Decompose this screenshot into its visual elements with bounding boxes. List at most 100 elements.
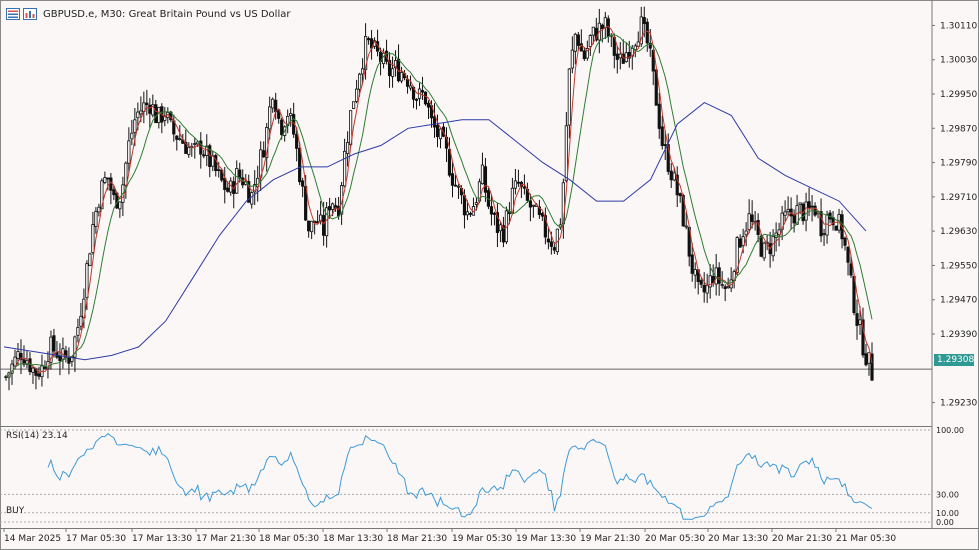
candle-body	[450, 173, 455, 186]
candle-body	[262, 150, 266, 158]
candle-body	[822, 233, 826, 235]
candle-body	[465, 211, 470, 216]
candle-body	[792, 214, 796, 224]
candle-body	[354, 88, 359, 102]
candle-body	[16, 351, 20, 359]
candle-body	[804, 201, 808, 221]
candle-body	[747, 213, 751, 230]
candle-body	[112, 189, 116, 196]
candle-body	[498, 224, 503, 232]
candle-body	[570, 49, 574, 69]
candle-body	[669, 170, 673, 181]
chart-list-icon[interactable]	[6, 8, 20, 20]
candle-body	[238, 169, 242, 179]
candle-body	[462, 195, 467, 216]
candle-body	[708, 275, 712, 288]
candle-body	[540, 213, 544, 217]
candle-body	[684, 225, 688, 228]
time-axis-label: 19 Mar 05:30	[452, 534, 512, 544]
candle-body	[438, 128, 443, 140]
candle-body	[420, 90, 425, 93]
candle-body	[633, 45, 637, 51]
candle-body	[106, 177, 110, 180]
candle-body	[843, 237, 847, 246]
candle-body	[798, 202, 802, 205]
candle-body	[786, 209, 790, 213]
candle-body	[127, 140, 131, 164]
candle-body	[426, 102, 431, 108]
candle-body	[474, 202, 479, 205]
time-axis-label: 20 Mar 05:30	[645, 534, 705, 544]
candle-body	[588, 35, 592, 47]
candle-body	[79, 315, 83, 327]
candle-body	[759, 235, 763, 257]
time-axis-label: 17 Mar 05:30	[66, 534, 126, 544]
candle-body	[810, 205, 814, 208]
candle-body	[178, 138, 182, 141]
candle-body	[175, 135, 179, 140]
candle-body	[618, 53, 622, 59]
candle-body	[435, 125, 440, 138]
candle-body	[522, 186, 527, 189]
candle-body	[295, 134, 299, 149]
candle-body	[250, 192, 254, 205]
candle-body	[492, 212, 497, 215]
rsi-level-label: 100.00	[936, 426, 964, 435]
candle-body	[750, 214, 754, 222]
chart-window-icon[interactable]	[23, 8, 37, 20]
candle-body	[157, 106, 161, 124]
candle-body	[43, 366, 47, 369]
candle-body	[573, 33, 577, 52]
candle-body	[310, 220, 314, 233]
candle-body	[564, 125, 568, 182]
candle-body	[678, 193, 682, 197]
candle-body	[489, 206, 494, 215]
candle-body	[301, 180, 305, 187]
candle-body	[432, 116, 437, 128]
candle-body	[399, 72, 404, 82]
candle-body	[414, 98, 419, 101]
candle-body	[552, 247, 556, 251]
candle-body	[483, 166, 488, 193]
candle-body	[717, 267, 721, 284]
candle-body	[289, 113, 293, 117]
chart-border	[0, 0, 979, 550]
price-axis-label: 1.29470	[940, 296, 977, 306]
candle-body	[834, 225, 838, 231]
candle-body	[307, 220, 311, 232]
candle-body	[85, 263, 89, 298]
time-axis-label: 20 Mar 21:30	[772, 534, 832, 544]
time-axis-label: 17 Mar 21:30	[196, 534, 256, 544]
time-axis-label: 18 Mar 21:30	[387, 534, 447, 544]
price-axis-label: 1.29550	[940, 261, 977, 271]
candle-body	[360, 68, 365, 75]
candle-body	[76, 327, 80, 336]
candle-body	[130, 132, 134, 140]
candle-body	[690, 254, 694, 274]
candle-body	[657, 103, 661, 129]
time-axis-label: 17 Mar 13:30	[132, 534, 192, 544]
candle-body	[864, 353, 868, 366]
candle-body	[705, 284, 709, 294]
candle-body	[744, 230, 748, 236]
candle-body	[366, 38, 371, 41]
candle-body	[322, 215, 326, 236]
candle-body	[235, 168, 239, 194]
price-axis-label: 1.29390	[940, 330, 977, 340]
symbol-title: GBPUSD.e, M30: Great Britain Pound vs US…	[43, 8, 291, 20]
candle-body	[849, 263, 853, 276]
candle-body	[516, 181, 521, 184]
candle-body	[408, 85, 413, 89]
price-axis-label: 1.29950	[940, 90, 977, 100]
candle-body	[645, 21, 649, 44]
candle-body	[546, 238, 550, 243]
candle-body	[351, 101, 356, 109]
candle-body	[103, 177, 107, 183]
price-axis-label: 1.30110	[940, 21, 977, 31]
chart-canvas[interactable]: 1.30110 1.30030 1.29950 1.29870 1.29790 1.297…	[0, 0, 979, 550]
candle-body	[280, 119, 284, 136]
candle-body	[738, 238, 742, 248]
candle-body	[118, 201, 122, 210]
time-axis-label: 19 Mar 21:30	[580, 534, 640, 544]
candle-body	[148, 104, 152, 114]
